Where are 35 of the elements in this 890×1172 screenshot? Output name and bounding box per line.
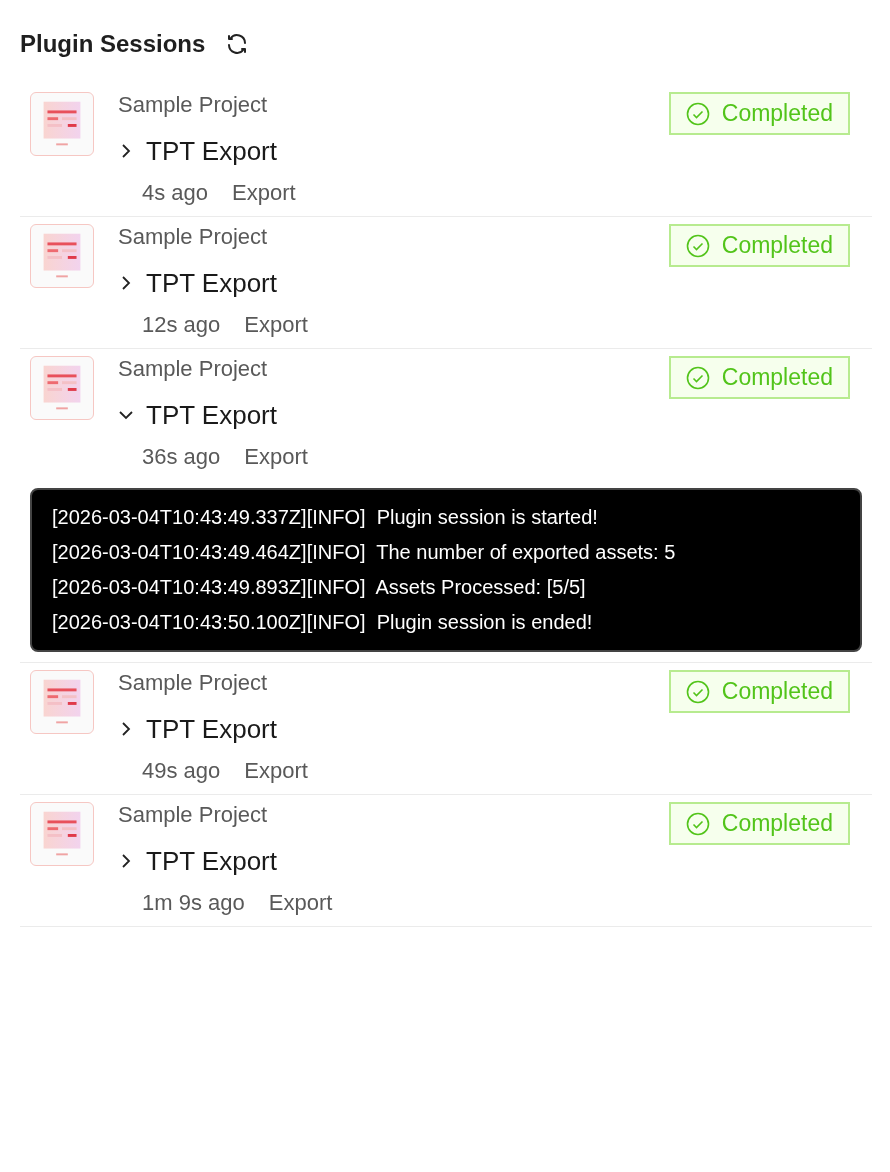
session-title[interactable]: TPT Export (118, 714, 277, 744)
page-title: Plugin Sessions (20, 29, 206, 59)
status-tag: Completed (668, 356, 850, 399)
session-type: Export (244, 312, 308, 338)
session-title[interactable]: TPT Export (118, 400, 277, 430)
check-circle-icon (685, 101, 710, 126)
project-name: Sample Project (118, 224, 269, 250)
log-line: [2026-03-04T10:43:50.100Z][INFO] Plugin session is ended! (52, 610, 594, 635)
project-name: Sample Project (118, 92, 269, 118)
session-type: Export (268, 890, 333, 916)
session-time: 49s ago (142, 758, 221, 784)
project-name: Sample Project (118, 356, 269, 382)
status-tag: Completed (668, 802, 850, 845)
project-name: Sample Project (118, 802, 269, 828)
session-title[interactable]: TPT Export (118, 136, 277, 166)
project-name: Sample Project (118, 670, 269, 696)
status-tag: Completed (668, 224, 850, 267)
session-type: Export (244, 444, 308, 470)
session-title[interactable]: TPT Export (118, 268, 277, 298)
session-time: 36s ago (142, 444, 221, 470)
check-circle-icon (685, 679, 710, 704)
status-tag: Completed (668, 92, 850, 135)
check-circle-icon (685, 811, 710, 836)
session-time: 4s ago (142, 180, 209, 206)
status-tag: Completed (668, 670, 850, 713)
log-line: [2026-03-04T10:43:49.893Z][INFO] Assets Processed: [5/5] (52, 575, 587, 600)
log-line: [2026-03-04T10:43:49.337Z][INFO] Plugin session is started! (52, 505, 599, 530)
check-circle-icon (685, 233, 710, 258)
session-type: Export (232, 180, 296, 206)
log-line: [2026-03-04T10:43:49.464Z][INFO] The number of exported assets: 5 (52, 540, 677, 565)
session-time: 12s ago (142, 312, 221, 338)
session-type: Export (244, 758, 308, 784)
check-circle-icon (685, 365, 710, 390)
session-time: 1m 9s ago (142, 890, 245, 916)
session-title[interactable]: TPT Export (118, 846, 277, 876)
